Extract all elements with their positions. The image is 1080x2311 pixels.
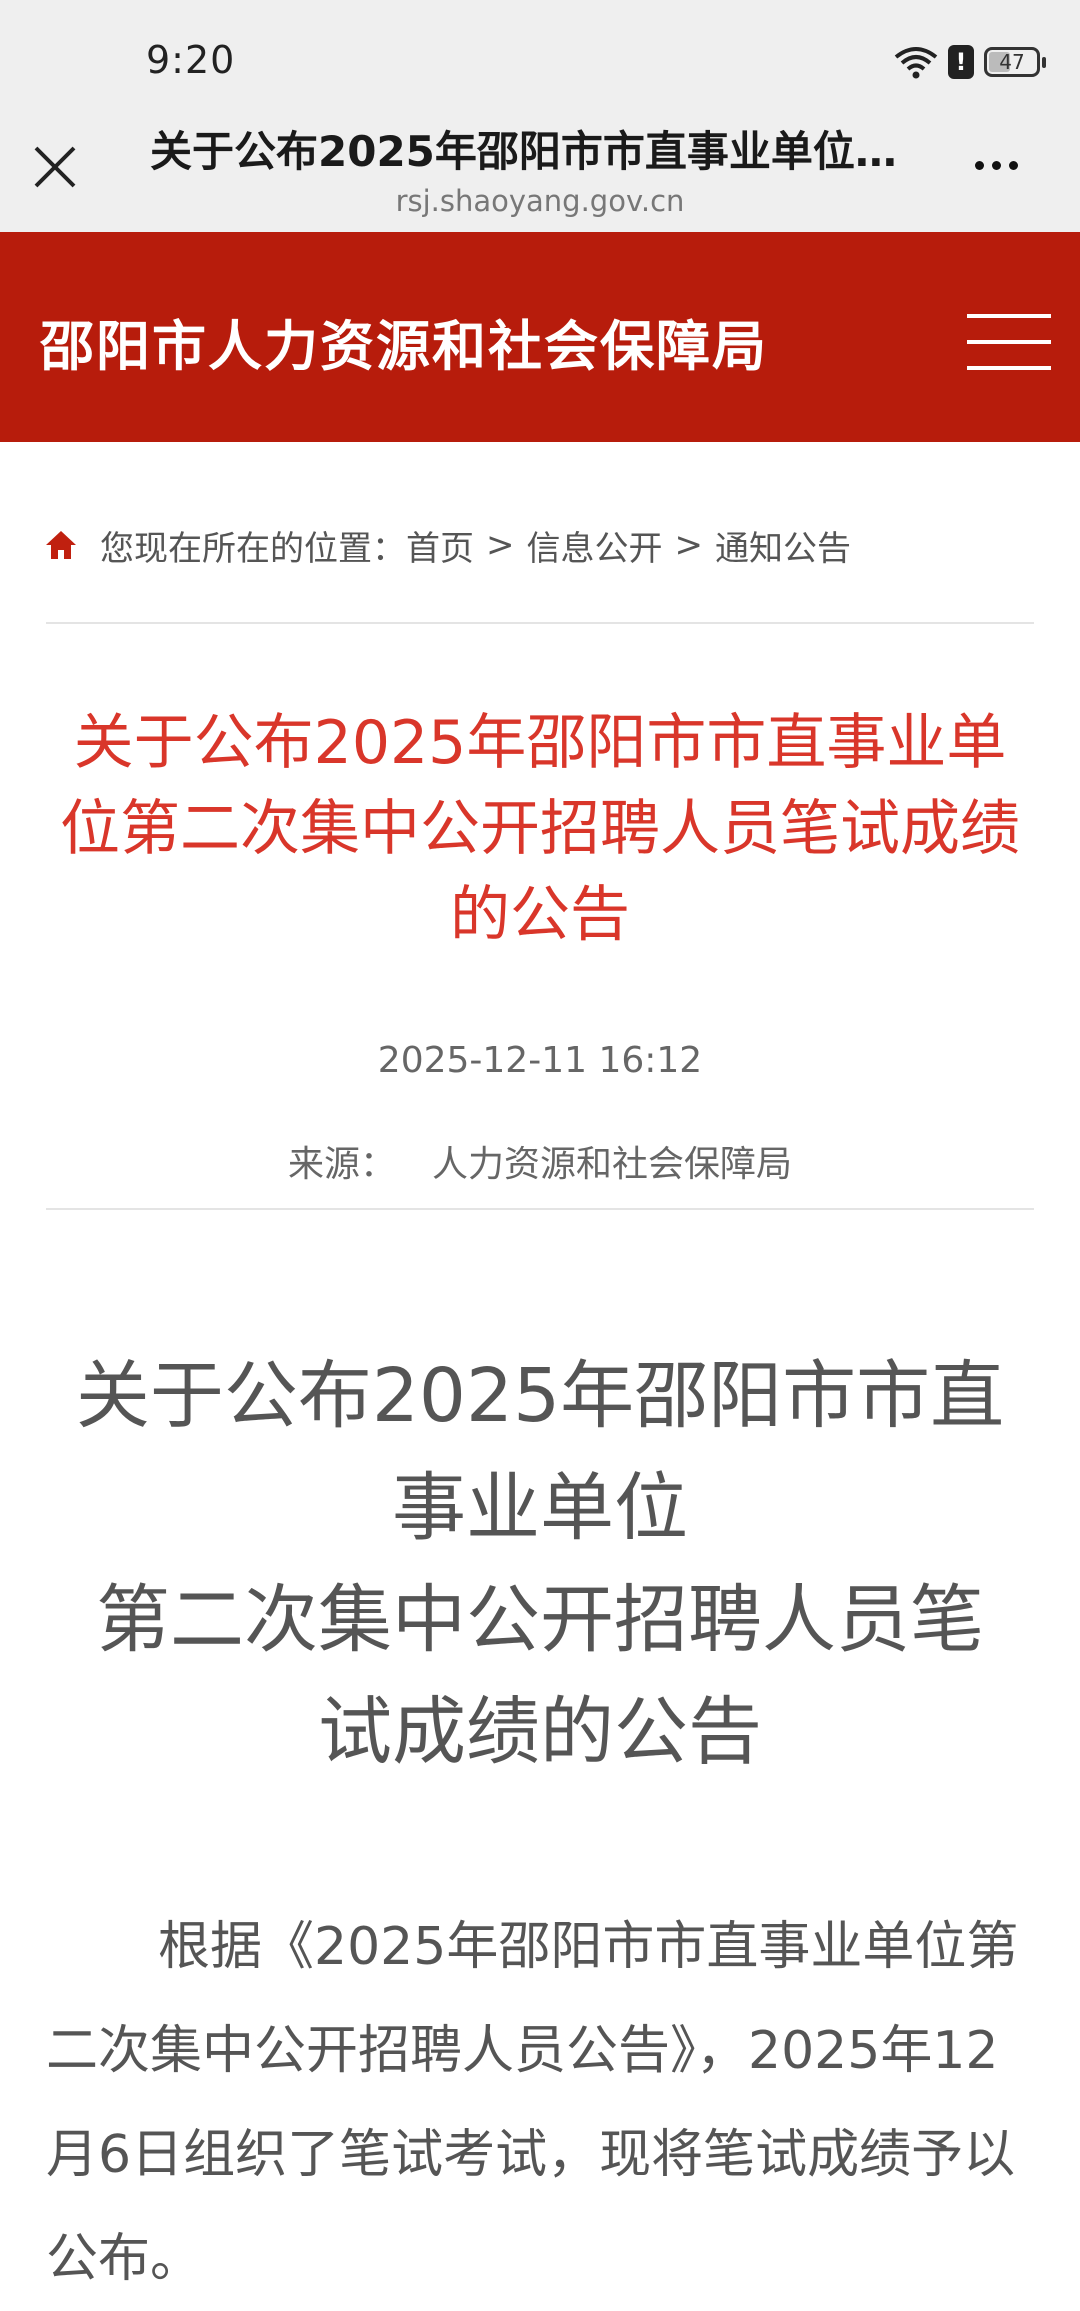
divider bbox=[46, 622, 1034, 624]
source-label: 来源： bbox=[287, 1144, 396, 1185]
browser-page-title: 关于公布2025年邵阳市市直事业单位第二次集中公开招聘人员笔试成绩的公告 bbox=[150, 127, 910, 176]
body-paragraph: 根据《2025年邵阳市市直事业单位第二次集中公开招聘人员公告》，2025年12月… bbox=[46, 1917, 1019, 2289]
source-value: 人力资源和社会保障局 bbox=[432, 1144, 793, 1185]
status-icons: ! 47 bbox=[894, 40, 1046, 84]
battery-icon: 47 bbox=[984, 47, 1046, 77]
breadcrumb-separator: > bbox=[486, 525, 515, 565]
body-title-line: 关于公布2025年邵阳市市直 bbox=[75, 1353, 1005, 1439]
breadcrumb: 您现在所在的位置： 首页 > 信息公开 > 通知公告 bbox=[44, 520, 851, 570]
body-title-line: 试成绩的公告 bbox=[318, 1689, 762, 1775]
home-icon bbox=[46, 531, 76, 559]
more-icon[interactable] bbox=[975, 150, 1035, 180]
wifi-icon bbox=[894, 47, 938, 79]
article-source: 来源： 人力资源和社会保障局 bbox=[0, 1135, 1080, 1187]
breadcrumb-separator: > bbox=[674, 525, 704, 565]
body-title-line: 第二次集中公开招聘人员笔 bbox=[96, 1577, 984, 1663]
breadcrumb-prefix: 您现在所在的位置： bbox=[100, 528, 406, 569]
breadcrumb-item-notices[interactable]: 通知公告 bbox=[715, 521, 851, 570]
hamburger-menu-icon[interactable] bbox=[967, 314, 1051, 374]
article-date: 2025-12-11 16:12 bbox=[377, 1040, 703, 1081]
site-header: 邵阳市人力资源和社会保障局 bbox=[0, 232, 1080, 442]
body-title-line: 事业单位 bbox=[392, 1465, 688, 1551]
breadcrumb-item-info[interactable]: 信息公开 bbox=[527, 521, 663, 570]
status-time: 9:20 bbox=[146, 38, 236, 82]
browser-chrome: 9:20 ! 47 关于公布2025年邵阳市市直事业单位第二次集中公开招聘人员笔… bbox=[0, 0, 1080, 232]
body-title: 关于公布2025年邵阳市市直 事业单位 第二次集中公开招聘人员笔 试成绩的公告 bbox=[40, 1340, 1040, 1788]
article-title: 关于公布2025年邵阳市市直事业单位第二次集中公开招聘人员笔试成绩的公告 bbox=[60, 708, 1020, 950]
divider bbox=[46, 1208, 1034, 1210]
breadcrumb-item-home[interactable]: 首页 bbox=[406, 521, 474, 570]
browser-url[interactable]: rsj.shaoyang.gov.cn bbox=[0, 184, 1080, 218]
alert-icon: ! bbox=[948, 45, 974, 79]
battery-level: 47 bbox=[999, 50, 1025, 74]
site-name[interactable]: 邵阳市人力资源和社会保障局 bbox=[40, 302, 768, 381]
